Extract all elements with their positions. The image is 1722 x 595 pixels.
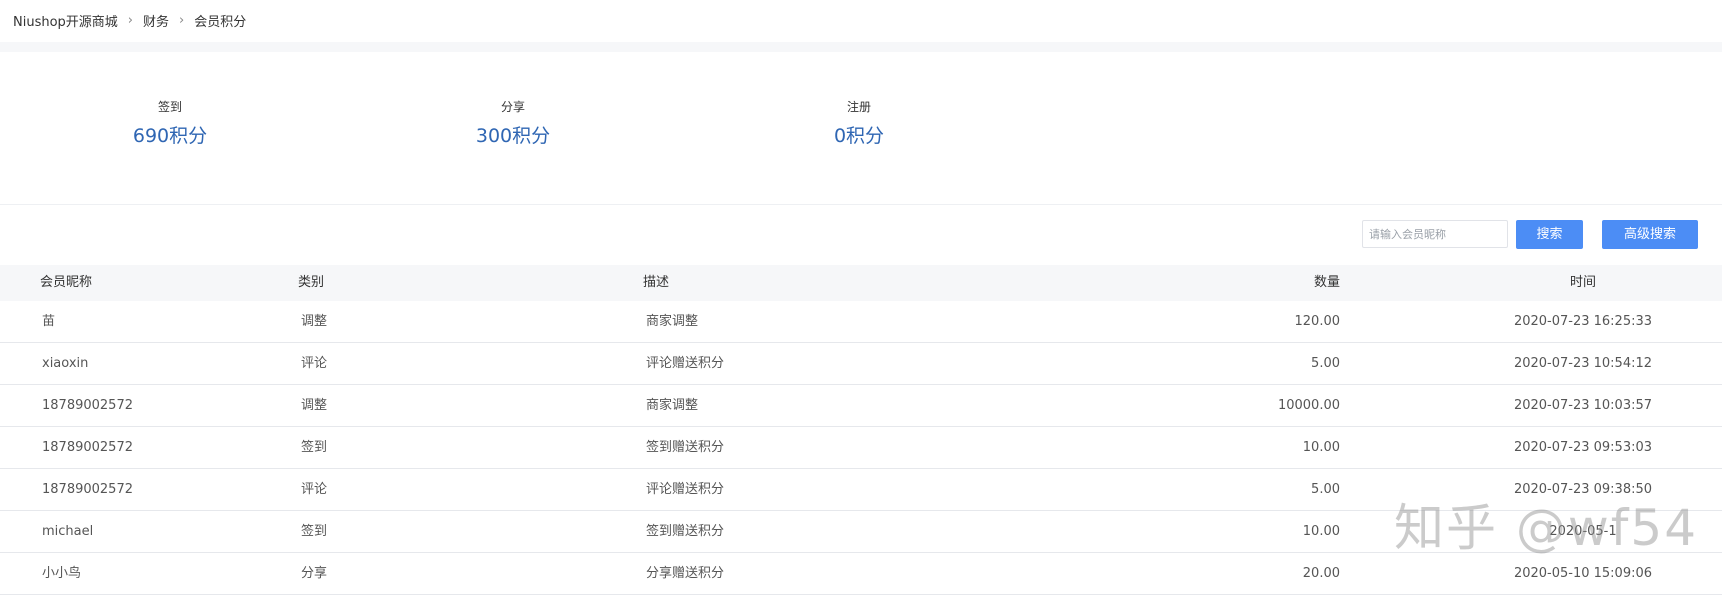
cell-time: 2020-07-23 09:53:03 [1513, 440, 1653, 455]
stat-label: 签到 [157, 100, 182, 114]
table-row: 小小鸟 分享 分享赠送积分 20.00 2020-05-10 15:09:06 [0, 553, 1722, 595]
cell-nickname: michael [42, 524, 94, 539]
cell-description: 签到赠送积分 [646, 440, 725, 455]
cell-time: 2020-05-10 15:09:06 [1513, 566, 1653, 581]
stat-value: 0积分 [833, 125, 885, 147]
column-header-description: 描述 [643, 275, 670, 290]
cell-nickname: 18789002572 [42, 440, 133, 455]
cell-description: 商家调整 [646, 314, 699, 329]
cell-description: 商家调整 [646, 398, 699, 413]
cell-time: 2020-07-23 09:38:50 [1513, 482, 1653, 497]
table-row: 苗 调整 商家调整 120.00 2020-07-23 16:25:33 [0, 301, 1722, 343]
table-row: 18789002572 签到 签到赠送积分 10.00 2020-07-23 0… [0, 427, 1722, 469]
breadcrumb-current: 会员积分 [194, 14, 247, 30]
table-row: 18789002572 调整 商家调整 10000.00 2020-07-23 … [0, 385, 1722, 427]
cell-type: 分享 [301, 566, 328, 581]
member-nickname-search-input[interactable] [1362, 220, 1508, 248]
stat-value: 690积分 [132, 125, 208, 147]
divider [0, 204, 1722, 205]
cell-description: 签到赠送积分 [646, 524, 725, 539]
cell-nickname: 苗 [42, 314, 56, 329]
search-button[interactable]: 搜索 [1516, 220, 1583, 249]
stat-label: 注册 [846, 100, 871, 114]
column-header-quantity: 数量 [1313, 275, 1340, 290]
cell-time: 2020-07-23 10:54:12 [1513, 356, 1653, 371]
stat-register: 注册 0积分 [759, 98, 959, 148]
cell-nickname: 小小鸟 [42, 566, 82, 581]
cell-type: 调整 [301, 398, 328, 413]
column-header-type: 类别 [298, 275, 325, 290]
points-summary-panel: 签到 690积分 分享 300积分 注册 0积分 [0, 52, 1722, 204]
cell-type: 评论 [301, 356, 328, 371]
stat-label: 分享 [500, 100, 525, 114]
cell-nickname: xiaoxin [42, 356, 89, 371]
cell-quantity: 20.00 [1302, 566, 1340, 581]
cell-type: 签到 [301, 524, 328, 539]
cell-quantity: 10000.00 [1277, 398, 1340, 413]
cell-type: 签到 [301, 440, 328, 455]
cell-quantity: 5.00 [1311, 356, 1340, 371]
chevron-right-icon: › [179, 12, 185, 28]
chevron-right-icon: › [127, 12, 133, 28]
cell-description: 分享赠送积分 [646, 566, 725, 581]
table-header: 会员昵称 类别 描述 数量 时间 [0, 265, 1722, 301]
cell-quantity: 10.00 [1302, 524, 1340, 539]
cell-nickname: 18789002572 [42, 482, 133, 497]
cell-type: 调整 [301, 314, 328, 329]
cell-type: 评论 [301, 482, 328, 497]
cell-time: 2020-07-23 10:03:57 [1513, 398, 1653, 413]
cell-description: 评论赠送积分 [646, 356, 725, 371]
table-row: 18789002572 评论 评论赠送积分 5.00 2020-07-23 09… [0, 469, 1722, 511]
breadcrumb: Niushop开源商城 › 财务 › 会员积分 [13, 10, 246, 30]
cell-quantity: 10.00 [1302, 440, 1340, 455]
cell-time: 2020-07-23 16:25:33 [1513, 314, 1653, 329]
cell-quantity: 120.00 [1294, 314, 1341, 329]
breadcrumb-home-link[interactable]: Niushop开源商城 [13, 11, 118, 30]
cell-time: 2020-05-1 [1549, 524, 1617, 539]
table-row: xiaoxin 评论 评论赠送积分 5.00 2020-07-23 10:54:… [0, 343, 1722, 385]
stat-value: 300积分 [475, 125, 551, 147]
breadcrumb-finance-link[interactable]: 财务 [143, 11, 169, 30]
section-separator [0, 42, 1722, 52]
table-row: michael 签到 签到赠送积分 10.00 2020-05-1 [0, 511, 1722, 553]
cell-description: 评论赠送积分 [646, 482, 725, 497]
points-table: 会员昵称 类别 描述 数量 时间 苗 调整 商家调整 120.00 2020-0… [0, 265, 1722, 595]
cell-nickname: 18789002572 [42, 398, 133, 413]
column-header-time: 时间 [1569, 275, 1596, 290]
stat-sign-in: 签到 690积分 [70, 98, 270, 148]
column-header-nickname: 会员昵称 [40, 275, 93, 290]
stat-share: 分享 300积分 [413, 98, 613, 148]
cell-quantity: 5.00 [1311, 482, 1340, 497]
advanced-search-button[interactable]: 高级搜索 [1602, 220, 1698, 249]
